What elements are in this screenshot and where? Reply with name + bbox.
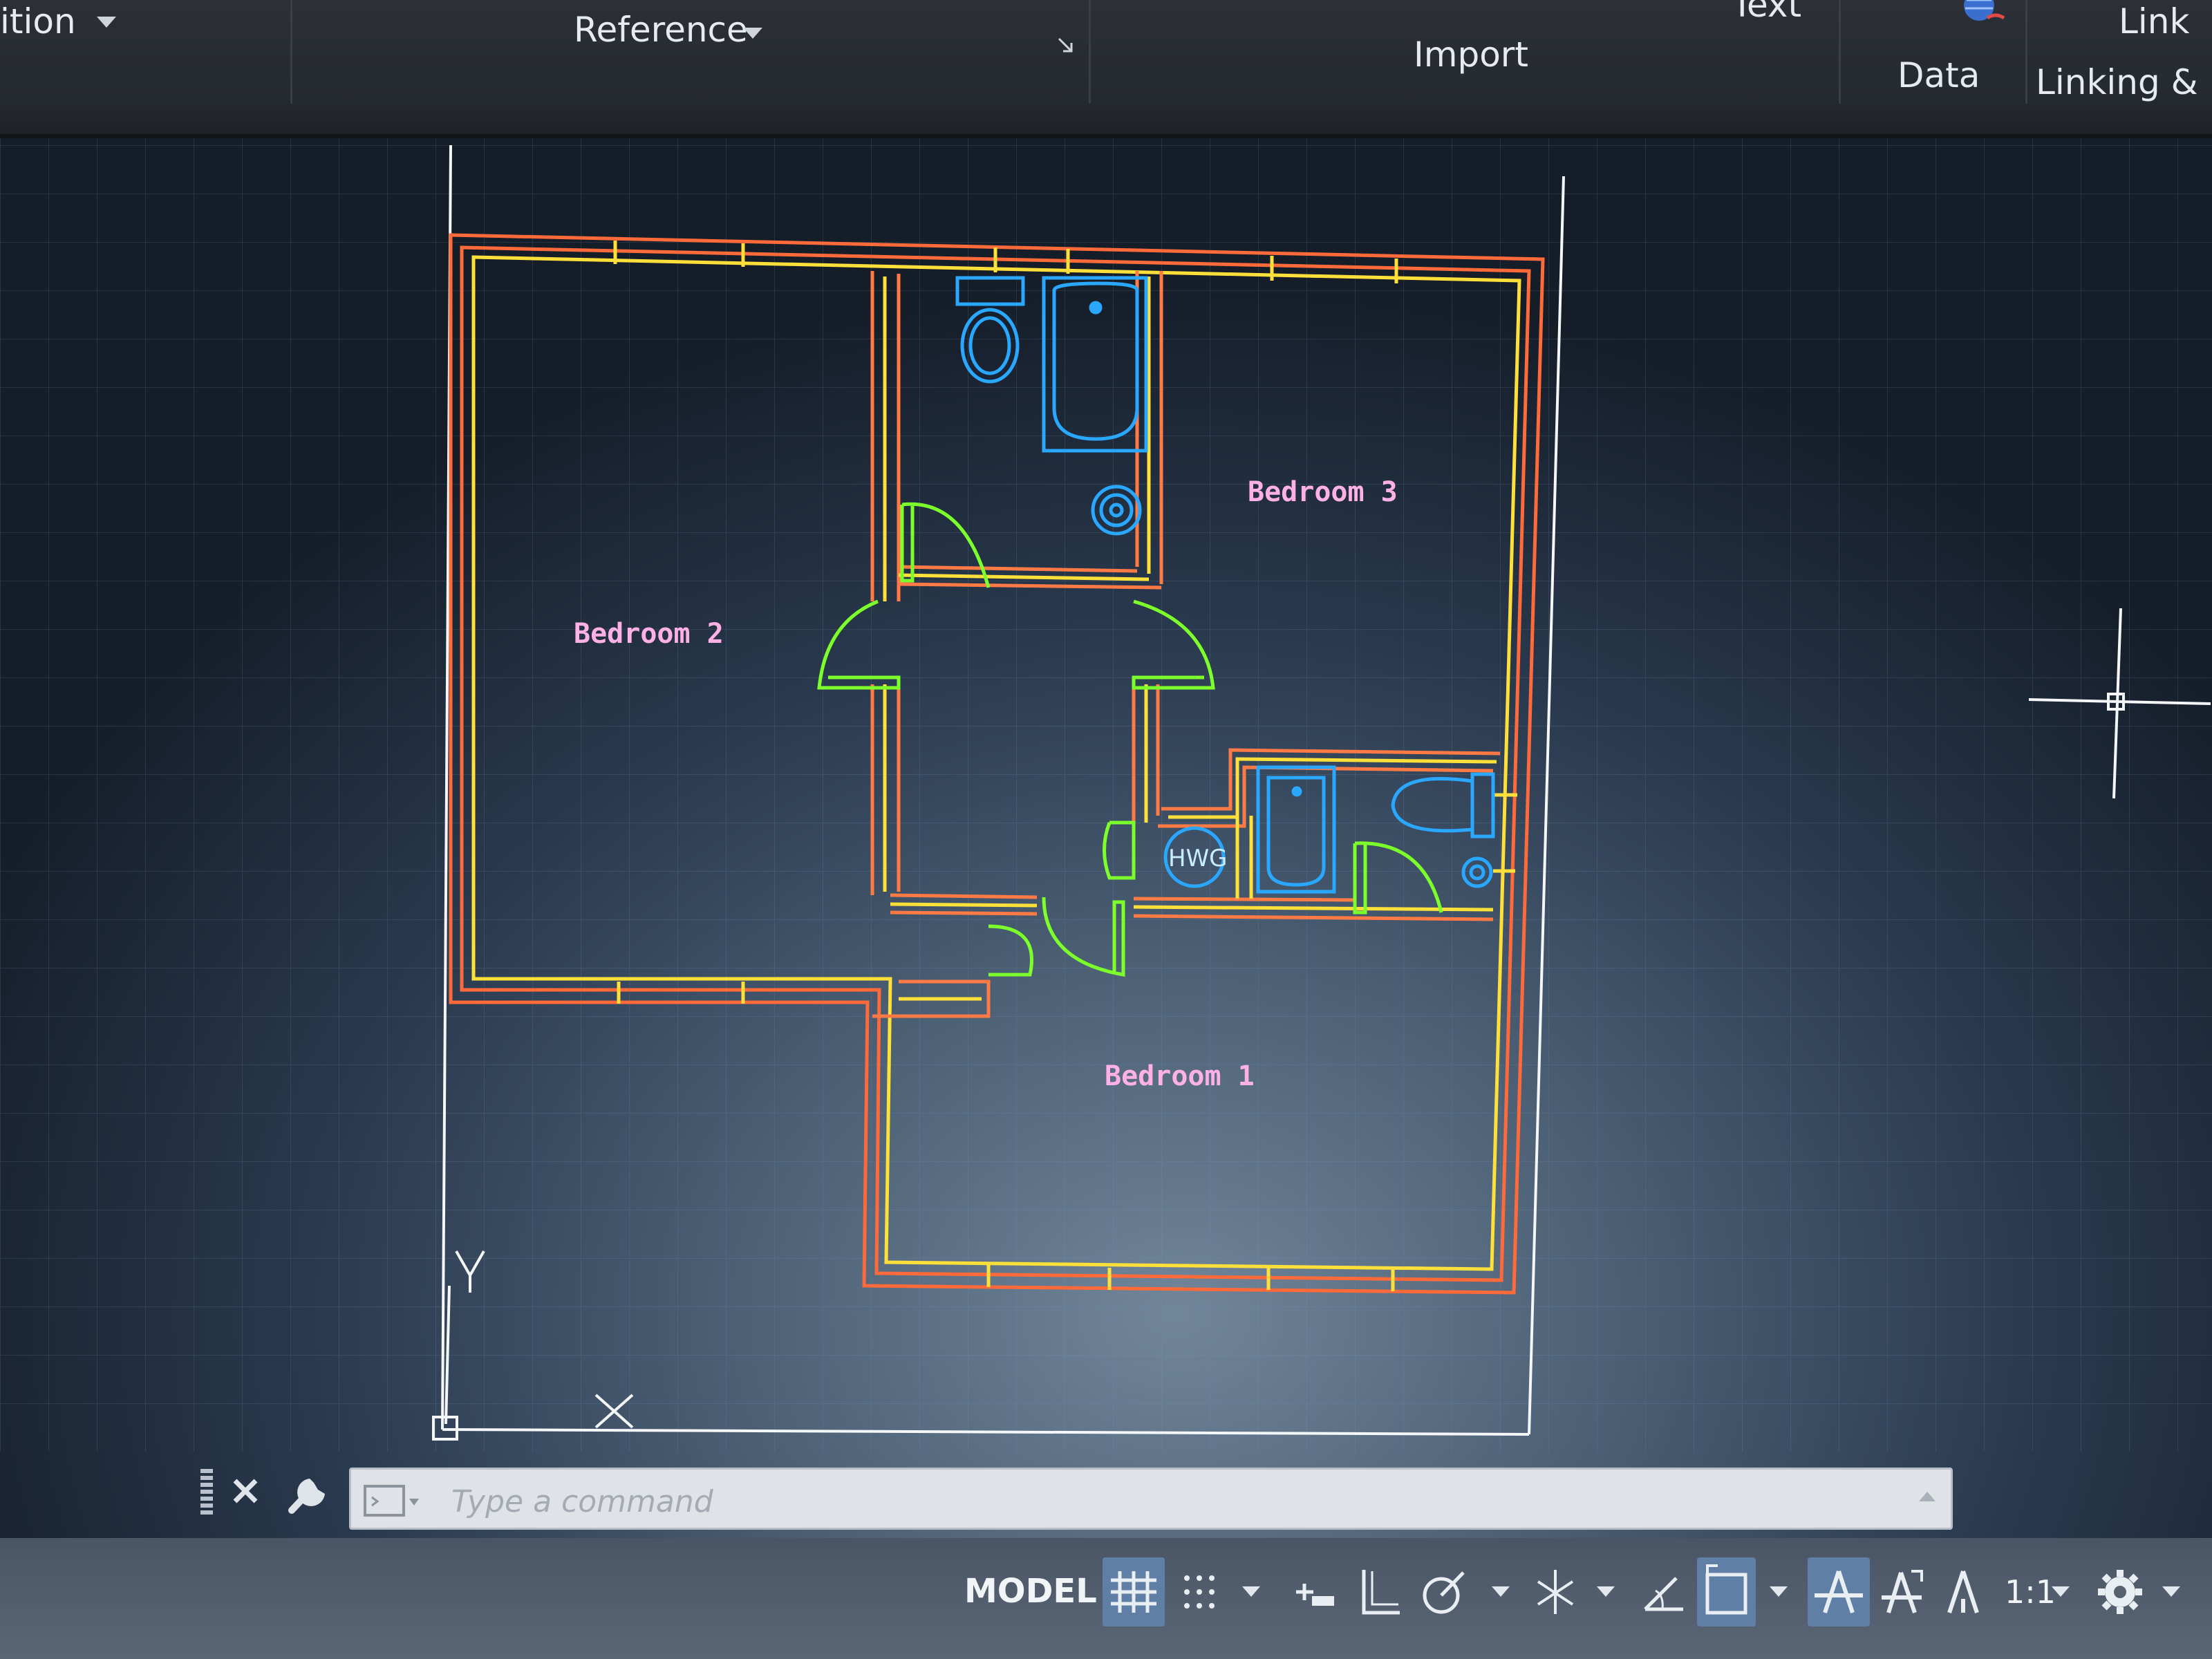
command-line-bar (0, 1448, 2212, 1541)
isodraft-dropdown-icon[interactable] (1597, 1586, 1615, 1597)
drawing-grid (0, 138, 2212, 1452)
room-label-bedroom-1: Bedroom 1 (1105, 1060, 1255, 1092)
room-label-bedroom-3: Bedroom 3 (1248, 476, 1398, 508)
annotation-visibility-icon[interactable] (1808, 1557, 1870, 1627)
customize-wrench-icon[interactable] (283, 1463, 332, 1516)
autocad-screen: ition Reference Import Text Data Link Li… (0, 0, 2212, 1659)
polar-dropdown-icon[interactable] (1492, 1586, 1510, 1597)
room-label-bedroom-2: Bedroom 2 (574, 618, 724, 650)
close-icon[interactable] (228, 1463, 270, 1512)
polar-icon[interactable] (1414, 1557, 1469, 1627)
autoscale-icon[interactable] (1873, 1557, 1929, 1627)
ortho-icon[interactable] (1351, 1557, 1407, 1627)
dynamic-ucs-icon[interactable] (1697, 1557, 1756, 1627)
command-line-grip-icon[interactable] (200, 1469, 213, 1517)
command-prompt-icon[interactable] (364, 1483, 426, 1518)
annotation-scale-value[interactable]: 1:1 (2005, 1557, 2056, 1627)
grid-icon[interactable] (1103, 1557, 1165, 1627)
ucs-dropdown-icon[interactable] (1770, 1586, 1788, 1597)
scale-dropdown-icon[interactable] (2052, 1586, 2070, 1597)
annotation-scale-icon[interactable] (1936, 1557, 1991, 1627)
snap-icon[interactable] (1172, 1557, 1234, 1627)
workspace-dropdown-icon[interactable] (2162, 1586, 2180, 1597)
isodraft-icon[interactable] (1528, 1557, 1583, 1627)
drawing-canvas[interactable]: Bedroom 2 Bedroom 3 Bedroom 1 HWG (0, 0, 2212, 1659)
snap-dropdown-icon[interactable] (1242, 1586, 1260, 1597)
osnap-icon[interactable] (1635, 1557, 1690, 1627)
command-input[interactable] (451, 1481, 1834, 1522)
command-history-arrow-icon[interactable] (1919, 1492, 1936, 1501)
workspace-gear-icon[interactable] (2091, 1557, 2150, 1627)
hot-water-generator-label: HWG (1168, 845, 1228, 872)
command-input-box[interactable] (349, 1468, 1953, 1530)
model-space-button[interactable]: MODEL (964, 1552, 1097, 1631)
infer-icon[interactable] (1286, 1557, 1341, 1627)
status-bar: MODEL 1:1 (0, 1538, 2212, 1659)
